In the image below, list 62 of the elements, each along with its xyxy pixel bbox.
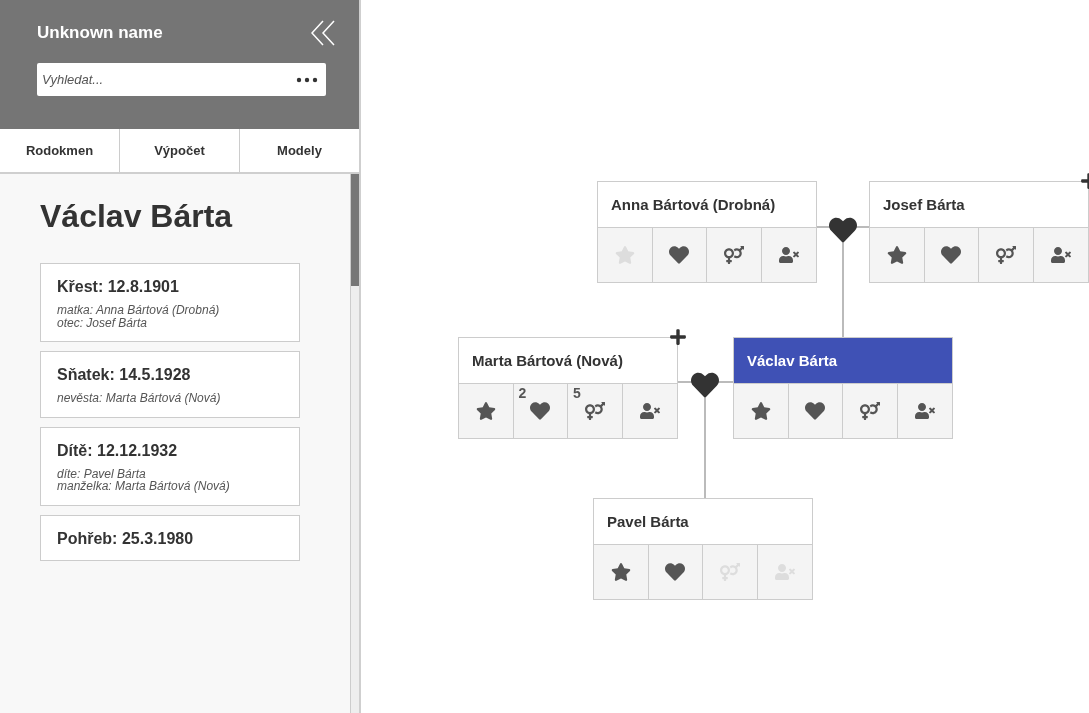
- heart-button[interactable]: [648, 545, 703, 599]
- sidebar-title: Unknown name: [37, 23, 163, 43]
- scrollbar[interactable]: [350, 174, 359, 713]
- node-name: Anna Bártová (Drobná): [611, 196, 776, 213]
- star-button[interactable]: [734, 384, 789, 438]
- remove-button[interactable]: [761, 228, 816, 282]
- gender-button[interactable]: 5: [568, 384, 623, 438]
- star-button[interactable]: [459, 384, 514, 438]
- star-icon: [610, 562, 631, 582]
- heart-button[interactable]: 2: [513, 384, 568, 438]
- remove-button[interactable]: [897, 384, 952, 438]
- node-name: Václav Bárta: [747, 352, 838, 369]
- node-name: Josef Bárta: [883, 196, 965, 213]
- gender-button[interactable]: [707, 228, 762, 282]
- person-node[interactable]: Václav Bárta: [733, 337, 953, 439]
- star-icon: [475, 401, 496, 421]
- collapse-icon[interactable]: [311, 20, 335, 46]
- star-button[interactable]: [594, 545, 649, 599]
- event-title: Dítě: 12.12.1932: [57, 441, 179, 460]
- heart-icon: [691, 371, 719, 397]
- event-details: nevěsta: Marta Bártová (Nová): [57, 392, 222, 405]
- gender-button[interactable]: [843, 384, 898, 438]
- heart-icon: [941, 245, 962, 265]
- person-node[interactable]: Marta Bártová (Nová) 2 5: [458, 337, 678, 439]
- user-remove-icon: [1050, 245, 1071, 265]
- user-remove-icon: [778, 245, 799, 265]
- star-icon: [886, 245, 907, 265]
- user-remove-icon: [914, 401, 935, 421]
- person-node[interactable]: Anna Bártová (Drobná): [597, 181, 817, 283]
- event-details: matka: Anna Bártová (Drobná) otec: Josef Bárta: [57, 304, 221, 330]
- add-icon[interactable]: [669, 328, 687, 346]
- gender-button[interactable]: [979, 228, 1034, 282]
- gender-icon: [584, 401, 605, 421]
- star-icon: [750, 401, 771, 421]
- heart-icon: [669, 245, 690, 265]
- star-button[interactable]: [870, 228, 925, 282]
- heart-button[interactable]: [924, 228, 979, 282]
- person-name: Václav Bárta: [40, 198, 234, 235]
- remove-button[interactable]: [622, 384, 677, 438]
- heart-icon: [530, 401, 551, 421]
- heart-button[interactable]: [788, 384, 843, 438]
- heart-icon: [805, 401, 826, 421]
- more-icon[interactable]: [296, 77, 318, 83]
- heart-icon: [829, 216, 857, 242]
- user-remove-icon: [639, 401, 660, 421]
- person-node[interactable]: Josef Bárta: [869, 181, 1089, 283]
- node-name: Pavel Bárta: [607, 513, 689, 530]
- event-title: Křest: 12.8.1901: [57, 278, 180, 296]
- node-name: Marta Bártová (Nová): [472, 352, 623, 369]
- search-field[interactable]: Vyhledat...: [37, 63, 326, 96]
- gender-icon: [723, 245, 744, 265]
- count-label: 2: [518, 385, 527, 401]
- count-label: 5: [573, 385, 581, 401]
- event-title: Sňatek: 14.5.1928: [57, 366, 192, 385]
- gender-icon: [859, 401, 880, 421]
- person-node[interactable]: Pavel Bárta: [593, 498, 813, 600]
- remove-button[interactable]: [1033, 228, 1088, 282]
- heart-button[interactable]: [652, 228, 707, 282]
- heart-icon: [665, 562, 686, 582]
- gender-icon: [995, 245, 1016, 265]
- event-title: Pohřeb: 25.3.1980: [57, 529, 195, 548]
- event-details: díte: Pavel Bárta manželka: Marta Bártová (Nová): [57, 467, 231, 493]
